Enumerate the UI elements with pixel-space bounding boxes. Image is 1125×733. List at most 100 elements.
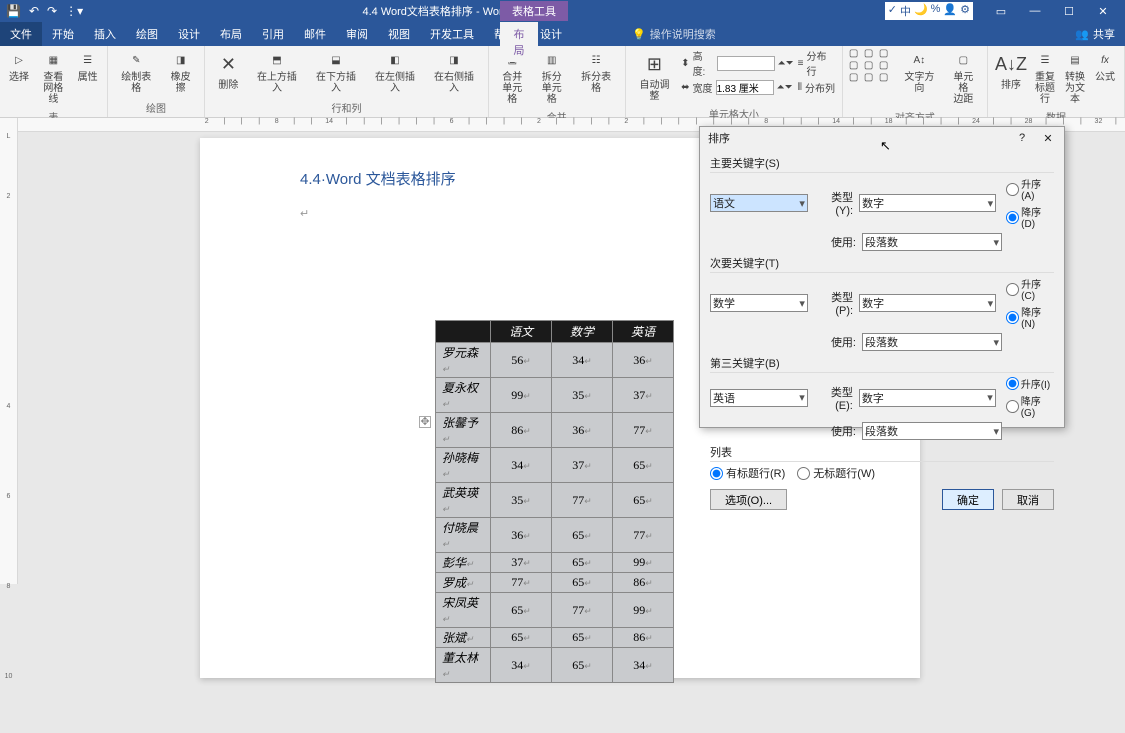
table-cell[interactable]: 65↵	[491, 593, 552, 628]
third-type-select[interactable]: 数字	[859, 389, 996, 407]
cell-margins-button[interactable]: ▢单元格 边距	[946, 48, 981, 107]
convert-to-text-button[interactable]: ▤转换为文本	[1062, 48, 1088, 107]
badge-check-icon[interactable]: ✓	[888, 3, 897, 19]
table-cell[interactable]: 77↵	[552, 593, 613, 628]
tab-layout[interactable]: 布局	[210, 22, 252, 46]
badge-moon-icon[interactable]: 🌙	[914, 3, 928, 19]
primary-type-select[interactable]: 数字	[859, 194, 996, 212]
table-cell[interactable]: 36↵	[552, 413, 613, 448]
ribbon-options-icon[interactable]: ▭	[985, 0, 1017, 22]
minimize-button[interactable]: —	[1019, 0, 1051, 22]
table-cell[interactable]: 34↵	[491, 648, 552, 683]
third-asc-radio[interactable]: 升序(I)	[1006, 376, 1054, 391]
text-direction-button[interactable]: A↕文字方向	[897, 48, 942, 96]
insert-above-button[interactable]: ⬒在上方插入	[249, 48, 304, 96]
tab-insert[interactable]: 插入	[84, 22, 126, 46]
sort-button[interactable]: A↓Z排序	[994, 48, 1028, 93]
badge-user-icon[interactable]: 👤	[943, 3, 957, 19]
table-cell[interactable]: 77↵	[613, 518, 674, 553]
table-cell[interactable]: 37↵	[552, 448, 613, 483]
delete-button[interactable]: ✕删除	[211, 48, 245, 93]
maximize-button[interactable]: ☐	[1053, 0, 1085, 22]
table-row[interactable]: 夏永权↵99↵35↵37↵	[436, 378, 674, 413]
data-table[interactable]: 语文数学英语 罗元森↵56↵34↵36↵夏永权↵99↵35↵37↵张馨予↵86↵…	[435, 320, 674, 683]
table-cell[interactable]: 37↵	[491, 553, 552, 573]
table-cell[interactable]: 宋凤英↵	[436, 593, 491, 628]
primary-desc-radio[interactable]: 降序(D)	[1006, 204, 1054, 230]
table-cell[interactable]: 36↵	[613, 343, 674, 378]
table-cell[interactable]: 86↵	[613, 628, 674, 648]
table-cell[interactable]: 77↵	[613, 413, 674, 448]
table-row[interactable]: 孙晓梅↵34↵37↵65↵	[436, 448, 674, 483]
table-cell[interactable]: 86↵	[491, 413, 552, 448]
undo-icon[interactable]: ↶	[29, 4, 39, 18]
table-cell[interactable]: 34↵	[491, 448, 552, 483]
table-row[interactable]: 宋凤英↵65↵77↵99↵	[436, 593, 674, 628]
tab-file[interactable]: 文件	[0, 22, 42, 46]
dialog-close-button[interactable]: ✕	[1040, 132, 1056, 145]
table-cell[interactable]: 付晓晨↵	[436, 518, 491, 553]
table-cell[interactable]: 罗成↵	[436, 573, 491, 593]
table-cell[interactable]: 65↵	[552, 573, 613, 593]
table-cell[interactable]: 罗元森↵	[436, 343, 491, 378]
qat-more-icon[interactable]: ⋮▾	[65, 4, 83, 18]
table-cell[interactable]: 夏永权↵	[436, 378, 491, 413]
table-cell[interactable]: 武英瑛↵	[436, 483, 491, 518]
table-cell[interactable]: 张馨予↵	[436, 413, 491, 448]
view-gridlines-button[interactable]: ▦查看 网格线	[36, 48, 71, 107]
table-cell[interactable]: 34↵	[613, 648, 674, 683]
tab-draw[interactable]: 绘图	[126, 22, 168, 46]
third-key-select[interactable]: 英语	[710, 389, 808, 407]
table-cell[interactable]: 77↵	[491, 573, 552, 593]
table-row[interactable]: 罗元森↵56↵34↵36↵	[436, 343, 674, 378]
table-row[interactable]: 罗成↵77↵65↵86↵	[436, 573, 674, 593]
table-cell[interactable]: 99↵	[613, 553, 674, 573]
table-cell[interactable]: 65↵	[552, 553, 613, 573]
ime-badges[interactable]: ✓ 中 🌙 % 👤 ⚙	[885, 2, 973, 20]
table-move-handle-icon[interactable]: ✥	[419, 416, 431, 428]
table-row[interactable]: 武英瑛↵35↵77↵65↵	[436, 483, 674, 518]
properties-button[interactable]: ☰属性	[75, 48, 101, 85]
table-cell[interactable]: 张斌↵	[436, 628, 491, 648]
tab-view[interactable]: 视图	[378, 22, 420, 46]
dialog-titlebar[interactable]: 排序 ? ✕	[700, 127, 1064, 149]
table-cell[interactable]: 56↵	[491, 343, 552, 378]
secondary-type-select[interactable]: 数字	[859, 294, 996, 312]
formula-button[interactable]: fx公式	[1092, 48, 1118, 85]
dialog-help-button[interactable]: ?	[1014, 132, 1030, 145]
autofit-button[interactable]: ⊞自动调整	[632, 48, 677, 104]
tab-developer[interactable]: 开发工具	[420, 22, 484, 46]
table-cell[interactable]: 35↵	[491, 483, 552, 518]
table-cell[interactable]: 65↵	[491, 628, 552, 648]
table-row[interactable]: 张馨予↵86↵36↵77↵	[436, 413, 674, 448]
table-row[interactable]: 张斌↵65↵65↵86↵	[436, 628, 674, 648]
split-cells-button[interactable]: ▥拆分 单元格	[534, 48, 569, 107]
table-cell[interactable]: 35↵	[552, 378, 613, 413]
insert-right-button[interactable]: ◨在右侧插入	[427, 48, 482, 96]
tab-review[interactable]: 审阅	[336, 22, 378, 46]
eraser-button[interactable]: ◨橡皮擦	[163, 48, 198, 96]
badge-ime[interactable]: 中	[900, 3, 911, 19]
options-button[interactable]: 选项(O)...	[710, 489, 787, 510]
close-button[interactable]: ✕	[1087, 0, 1119, 22]
third-desc-radio[interactable]: 降序(G)	[1006, 393, 1054, 419]
tab-context-layout[interactable]: 布局	[500, 22, 538, 62]
has-header-radio[interactable]: 有标题行(R)	[710, 465, 785, 481]
primary-key-select[interactable]: 语文	[710, 194, 808, 212]
alignment-grid[interactable]: ▢▢▢▢▢▢▢▢▢	[849, 48, 893, 83]
tab-references[interactable]: 引用	[252, 22, 294, 46]
distribute-cols-button[interactable]: ⦀分布列	[798, 80, 836, 95]
distribute-rows-button[interactable]: ≡分布行	[798, 48, 836, 78]
primary-use-select[interactable]: 段落数	[862, 233, 1002, 251]
select-button[interactable]: ▷选择	[6, 48, 32, 85]
save-icon[interactable]: 💾	[6, 4, 21, 18]
table-cell[interactable]: 65↵	[613, 448, 674, 483]
table-cell[interactable]: 99↵	[613, 593, 674, 628]
table-cell[interactable]: 65↵	[613, 483, 674, 518]
height-input[interactable]	[717, 56, 775, 71]
redo-icon[interactable]: ↷	[47, 4, 57, 18]
table-row[interactable]: 董太林↵34↵65↵34↵	[436, 648, 674, 683]
share-button[interactable]: 👥 共享	[1065, 22, 1125, 46]
secondary-key-select[interactable]: 数学	[710, 294, 808, 312]
table-cell[interactable]: 彭华↵	[436, 553, 491, 573]
